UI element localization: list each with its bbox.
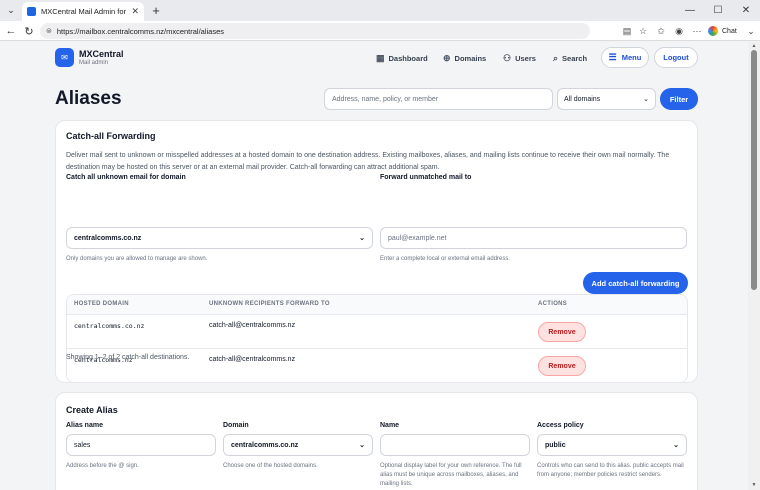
catchall-table: HOSTED DOMAIN UNKNOWN RECIPIENTS FORWARD… xyxy=(66,294,688,383)
chat-label: Chat xyxy=(722,27,737,35)
users-icon: ⚇ xyxy=(503,53,512,63)
brand-name: MXCentral xyxy=(79,49,124,59)
profile-avatar-icon[interactable]: ◉ xyxy=(672,24,686,38)
logout-button[interactable]: Logout xyxy=(654,47,698,68)
catchall-card: Catch-all Forwarding Deliver mail sent t… xyxy=(55,120,698,383)
name-label: Name xyxy=(380,422,400,429)
nav-search-label: Search xyxy=(562,54,588,63)
sidebar-chevron-icon[interactable]: ⌄ xyxy=(744,24,758,38)
tab-close-icon[interactable]: ✕ xyxy=(131,6,139,17)
domain-filter-select[interactable]: All domains ⌄ xyxy=(557,88,656,110)
url-text: https://mailbox.centralcomms.nz/mxcentra… xyxy=(56,26,225,36)
add-catchall-button[interactable]: Add catch-all forwarding xyxy=(583,272,688,294)
page-viewport: ✉ MXCentral Mail admin ▦ Dashboard ⊕ Dom… xyxy=(0,42,748,490)
domain-select-value: centralcomms.co.nz xyxy=(231,441,299,449)
create-alias-title: Create Alias xyxy=(66,405,118,415)
chevron-down-icon: ⌄ xyxy=(359,442,365,449)
nav-dashboard[interactable]: ▦ Dashboard xyxy=(376,53,428,64)
page-title: Aliases xyxy=(55,88,122,109)
copilot-logo-icon xyxy=(708,26,718,36)
reload-icon[interactable]: ↻ xyxy=(21,23,37,39)
search-icon: ⌕ xyxy=(553,53,559,63)
maximize-icon[interactable]: ☐ xyxy=(704,0,732,21)
access-policy-select[interactable]: public ⌄ xyxy=(537,434,687,456)
favicon-icon xyxy=(27,7,36,16)
nav-search[interactable]: ⌕ Search xyxy=(553,53,587,64)
hamburger-icon: ☰ xyxy=(608,52,617,62)
remove-button[interactable]: Remove xyxy=(538,322,586,342)
menu-label: Menu xyxy=(621,53,642,62)
row-domain: centralcomms.co.nz xyxy=(74,322,145,330)
more-options-icon[interactable]: ⋯ xyxy=(690,24,704,38)
name-input[interactable] xyxy=(380,434,530,456)
chevron-down-icon: ⌄ xyxy=(643,96,649,103)
favorites-collection-icon[interactable]: ✩ xyxy=(654,24,668,38)
dashboard-icon: ▦ xyxy=(376,53,385,63)
forward-label: Forward unmatched mail to xyxy=(380,174,472,181)
catchall-count: Showing 1–2 of 2 catch-all destinations. xyxy=(66,354,190,361)
catchall-domain-label: Catch all unknown email for domain xyxy=(66,174,186,181)
domain-help: Choose one of the hosted domains. xyxy=(223,463,318,469)
tab-list-chevron-icon[interactable]: ⌄ xyxy=(2,2,20,20)
catchall-description: Deliver mail sent to unknown or misspell… xyxy=(66,152,670,171)
chevron-down-icon: ⌄ xyxy=(673,442,679,449)
new-tab-plus-icon[interactable]: + xyxy=(148,2,164,18)
copilot-chat-button[interactable]: Chat xyxy=(708,24,737,38)
nav-dashboard-label: Dashboard xyxy=(388,54,428,63)
domain-select[interactable]: centralcomms.co.nz ⌄ xyxy=(223,434,373,456)
table-row: centralcomms.co.nz catch-all@centralcomm… xyxy=(67,315,687,349)
scrollbar-thumb[interactable] xyxy=(751,50,757,290)
chevron-down-icon: ⌄ xyxy=(359,235,365,242)
address-bar[interactable]: ⊜ https://mailbox.centralcomms.nz/mxcent… xyxy=(40,23,590,39)
access-policy-help: Controls who can send to this alias. pub… xyxy=(537,463,684,478)
column-header-actions: ACTIONS xyxy=(538,301,568,307)
alias-name-help: Address before the @ sign. xyxy=(66,463,139,469)
nav-users[interactable]: ⚇ Users xyxy=(503,53,536,64)
browser-tab-bar: ⌄ MXCentral Mail Admin for CCL ✕ + — ☐ ✕ xyxy=(0,0,760,21)
name-help: Optional display label for your own refe… xyxy=(380,463,522,487)
table-header: HOSTED DOMAIN UNKNOWN RECIPIENTS FORWARD… xyxy=(67,295,687,315)
page-scrollbar[interactable]: ▲ ▼ xyxy=(748,42,760,490)
scroll-down-icon[interactable]: ▼ xyxy=(750,482,758,488)
catchall-title: Catch-all Forwarding xyxy=(66,131,156,141)
alias-name-input[interactable]: sales xyxy=(66,434,216,456)
scroll-up-icon[interactable]: ▲ xyxy=(750,43,758,49)
nav-domains[interactable]: ⊕ Domains xyxy=(443,53,486,64)
filter-button[interactable]: Filter xyxy=(660,88,698,110)
favorite-star-icon[interactable]: ☆ xyxy=(636,24,650,38)
forward-help: Enter a complete local or external email… xyxy=(380,256,511,262)
domain-filter-value: All domains xyxy=(564,95,601,103)
forward-email-input[interactable]: paul@example.net xyxy=(380,227,687,249)
catchall-domain-value: centralcomms.co.nz xyxy=(74,234,142,242)
alias-search-input[interactable]: Address, name, policy, or member xyxy=(324,88,553,110)
nav-domains-label: Domains xyxy=(454,54,487,63)
menu-button[interactable]: ☰ Menu xyxy=(601,47,649,68)
catchall-domain-help: Only domains you are allowed to manage a… xyxy=(66,256,208,262)
tab-title: MXCentral Mail Admin for CCL xyxy=(41,7,128,16)
site-info-icon[interactable]: ⊜ xyxy=(46,27,52,35)
row-forward: catch-all@centralcomms.nz xyxy=(209,356,296,363)
brand-subtitle: Mail admin xyxy=(79,60,109,66)
brand[interactable]: ✉ MXCentral Mail admin xyxy=(55,48,124,67)
window-close-icon[interactable]: ✕ xyxy=(732,0,760,21)
catchall-domain-select[interactable]: centralcomms.co.nz ⌄ xyxy=(66,227,373,249)
row-forward: catch-all@centralcomms.nz xyxy=(209,322,296,329)
globe-icon: ⊕ xyxy=(443,53,451,63)
create-alias-card: Create Alias Alias name sales Address be… xyxy=(55,392,698,490)
alias-name-label: Alias name xyxy=(66,422,103,429)
mail-logo-icon: ✉ xyxy=(55,48,74,67)
domain-label: Domain xyxy=(223,422,249,429)
back-arrow-icon[interactable]: ← xyxy=(3,23,19,39)
browser-toolbar: ← ↻ ⊜ https://mailbox.centralcomms.nz/mx… xyxy=(0,21,760,41)
nav-users-label: Users xyxy=(515,54,536,63)
browser-tab[interactable]: MXCentral Mail Admin for CCL ✕ xyxy=(22,2,144,21)
minimize-icon[interactable]: — xyxy=(676,0,704,21)
access-policy-label: Access policy xyxy=(537,422,584,429)
reader-mode-icon[interactable]: ▤ xyxy=(620,24,634,38)
column-header-forward: UNKNOWN RECIPIENTS FORWARD TO xyxy=(209,301,330,307)
column-header-domain: HOSTED DOMAIN xyxy=(74,301,129,307)
access-policy-value: public xyxy=(545,441,566,449)
remove-button[interactable]: Remove xyxy=(538,356,586,376)
